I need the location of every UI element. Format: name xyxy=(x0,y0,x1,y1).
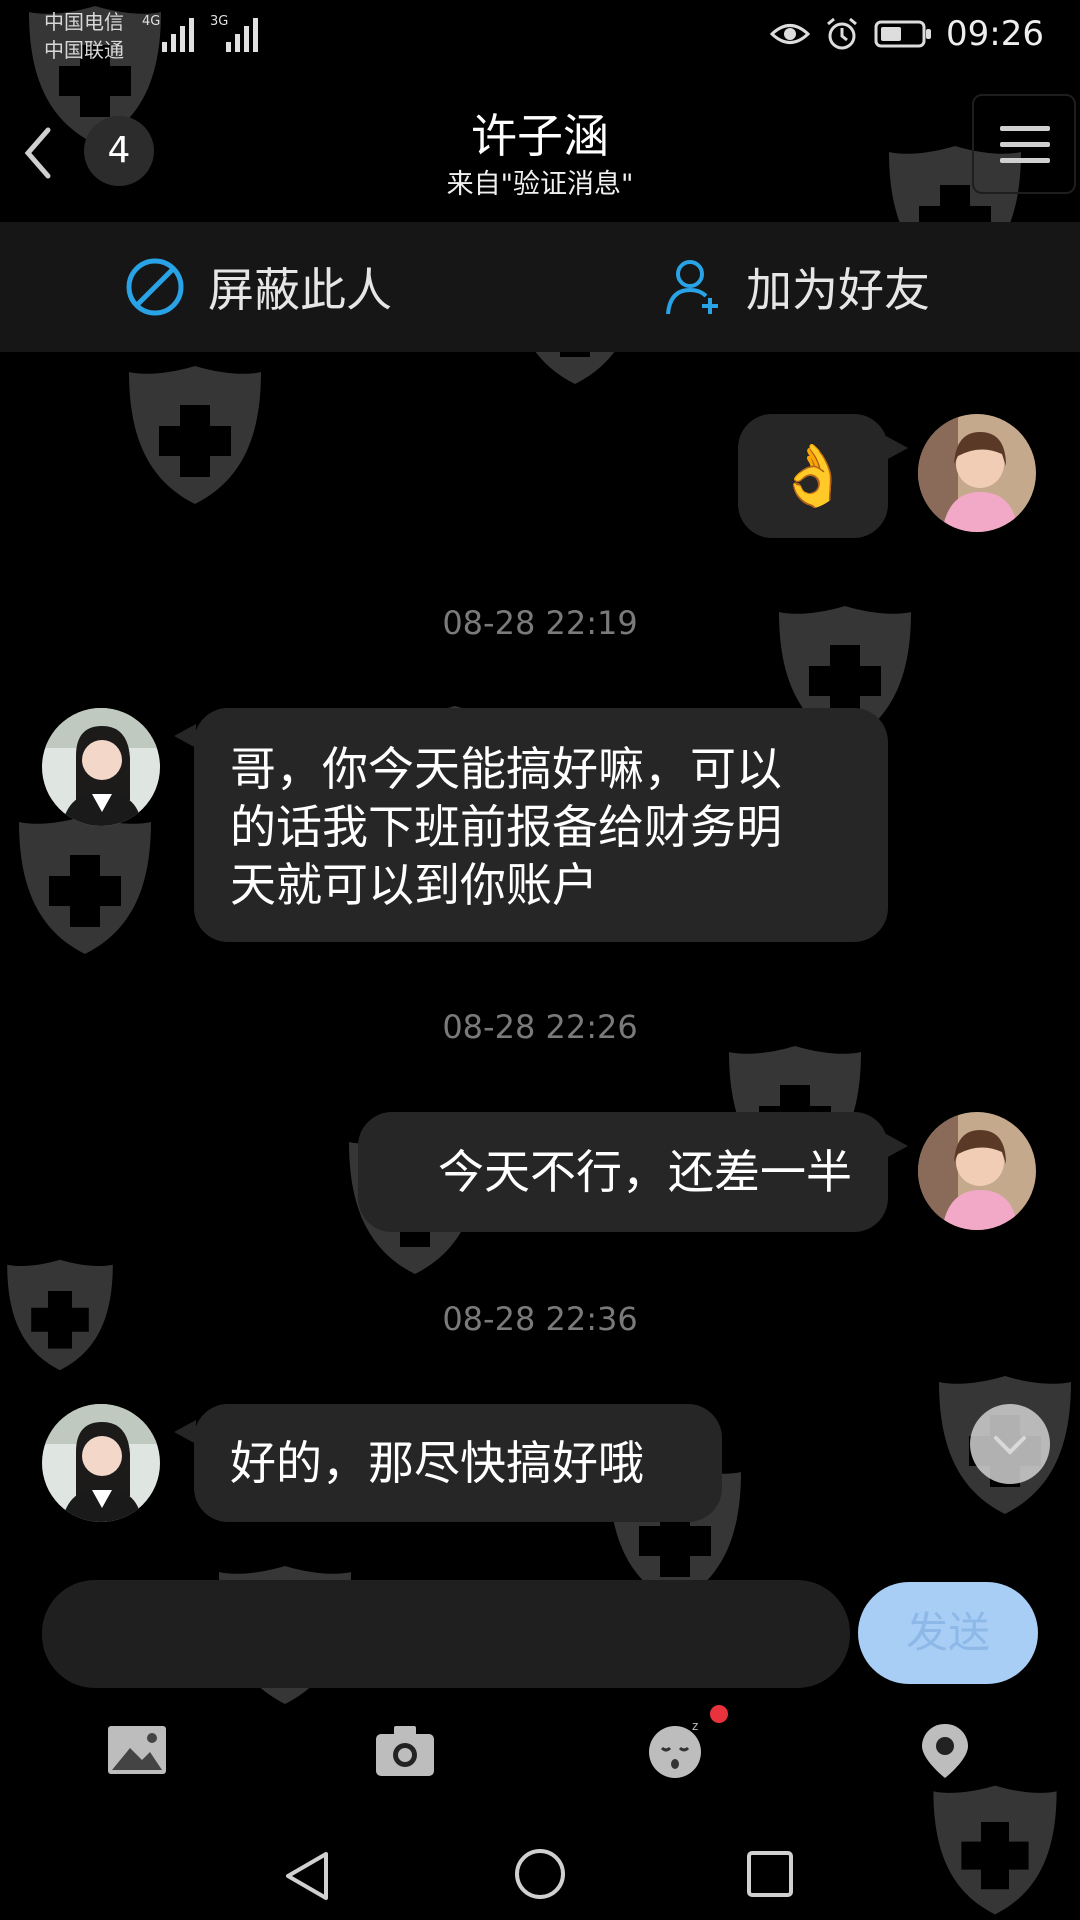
emoji-face-icon[interactable]: z xyxy=(640,1720,710,1780)
message-input[interactable] xyxy=(42,1580,850,1688)
contact-avatar[interactable] xyxy=(42,708,160,826)
add-friend-icon xyxy=(666,260,718,315)
clock: 09:26 xyxy=(946,14,1044,54)
bubble-tail xyxy=(174,1420,196,1444)
recents-square-icon[interactable] xyxy=(744,1848,796,1900)
message-timestamp: 08-28 22:36 xyxy=(442,1300,638,1338)
bubble-tail xyxy=(886,1134,908,1158)
shield-watermark-icon xyxy=(19,816,151,954)
carrier-1: 中国电信 xyxy=(44,10,124,34)
message-bubble-sent[interactable]: 今天不行，还差一半 xyxy=(358,1112,888,1232)
message-text: 今天不行，还差一半 xyxy=(438,1145,852,1199)
location-icon[interactable] xyxy=(910,1720,980,1780)
svg-text:z: z xyxy=(692,1720,698,1733)
message-line: 的话我下班前报备给财务明 xyxy=(230,800,782,854)
network-type-1: 4G xyxy=(142,14,161,29)
my-avatar[interactable] xyxy=(918,1112,1036,1230)
menu-button[interactable] xyxy=(972,94,1076,194)
carrier-2: 中国联通 xyxy=(44,38,124,62)
my-avatar[interactable] xyxy=(918,414,1036,532)
signal-icon xyxy=(162,18,194,52)
chevron-down-icon xyxy=(994,1436,1026,1455)
add-friend-button[interactable]: 加为好友 xyxy=(664,252,930,322)
block-label: 屏蔽此人 xyxy=(208,263,392,317)
scroll-to-bottom-button[interactable] xyxy=(970,1404,1050,1484)
contact-source: 来自"验证消息" xyxy=(446,169,634,200)
contact-name: 许子涵 xyxy=(471,109,609,163)
camera-icon[interactable] xyxy=(370,1720,440,1780)
block-icon xyxy=(126,258,184,316)
system-nav-bar xyxy=(0,1820,1080,1920)
message-bubble-sent[interactable]: 👌 xyxy=(738,414,888,538)
add-friend-label: 加为好友 xyxy=(746,263,930,317)
bubble-tail xyxy=(886,436,908,460)
shield-watermark-icon xyxy=(129,366,261,504)
message-line: 哥，你今天能搞好嘛，可以 xyxy=(230,742,782,796)
menu-icon xyxy=(1000,126,1050,131)
send-button[interactable]: 发送 xyxy=(858,1582,1038,1684)
chat-header: 4 许子涵 来自"验证消息" xyxy=(0,80,1080,220)
back-triangle-icon[interactable] xyxy=(280,1848,336,1904)
carrier-info: 中国电信 中国联通 xyxy=(44,8,124,64)
signal-icon xyxy=(226,18,258,52)
block-button[interactable]: 屏蔽此人 xyxy=(124,252,392,322)
status-bar: 中国电信 中国联通 4G 3G 09:26 xyxy=(0,0,1080,80)
bubble-tail xyxy=(174,724,196,748)
stranger-action-bar: 屏蔽此人 加为好友 xyxy=(0,222,1080,352)
contact-avatar[interactable] xyxy=(42,1404,160,1522)
alarm-icon xyxy=(827,17,857,50)
notification-dot xyxy=(710,1705,728,1723)
ok-hand-emoji: 👌 xyxy=(775,441,851,511)
home-circle-icon[interactable] xyxy=(512,1846,568,1902)
message-timestamp: 08-28 22:26 xyxy=(442,1008,638,1046)
message-line: 天就可以到你账户 xyxy=(230,858,598,912)
eye-icon xyxy=(770,24,811,44)
image-icon[interactable] xyxy=(102,1720,172,1780)
message-bubble-received[interactable]: 哥，你今天能搞好嘛，可以 的话我下班前报备给财务明 天就可以到你账户 xyxy=(194,708,888,942)
message-timestamp: 08-28 22:19 xyxy=(442,604,638,642)
battery-icon xyxy=(874,20,932,48)
message-bubble-received[interactable]: 好的，那尽快搞好哦 xyxy=(194,1404,722,1522)
message-text: 好的，那尽快搞好哦 xyxy=(230,1436,644,1490)
